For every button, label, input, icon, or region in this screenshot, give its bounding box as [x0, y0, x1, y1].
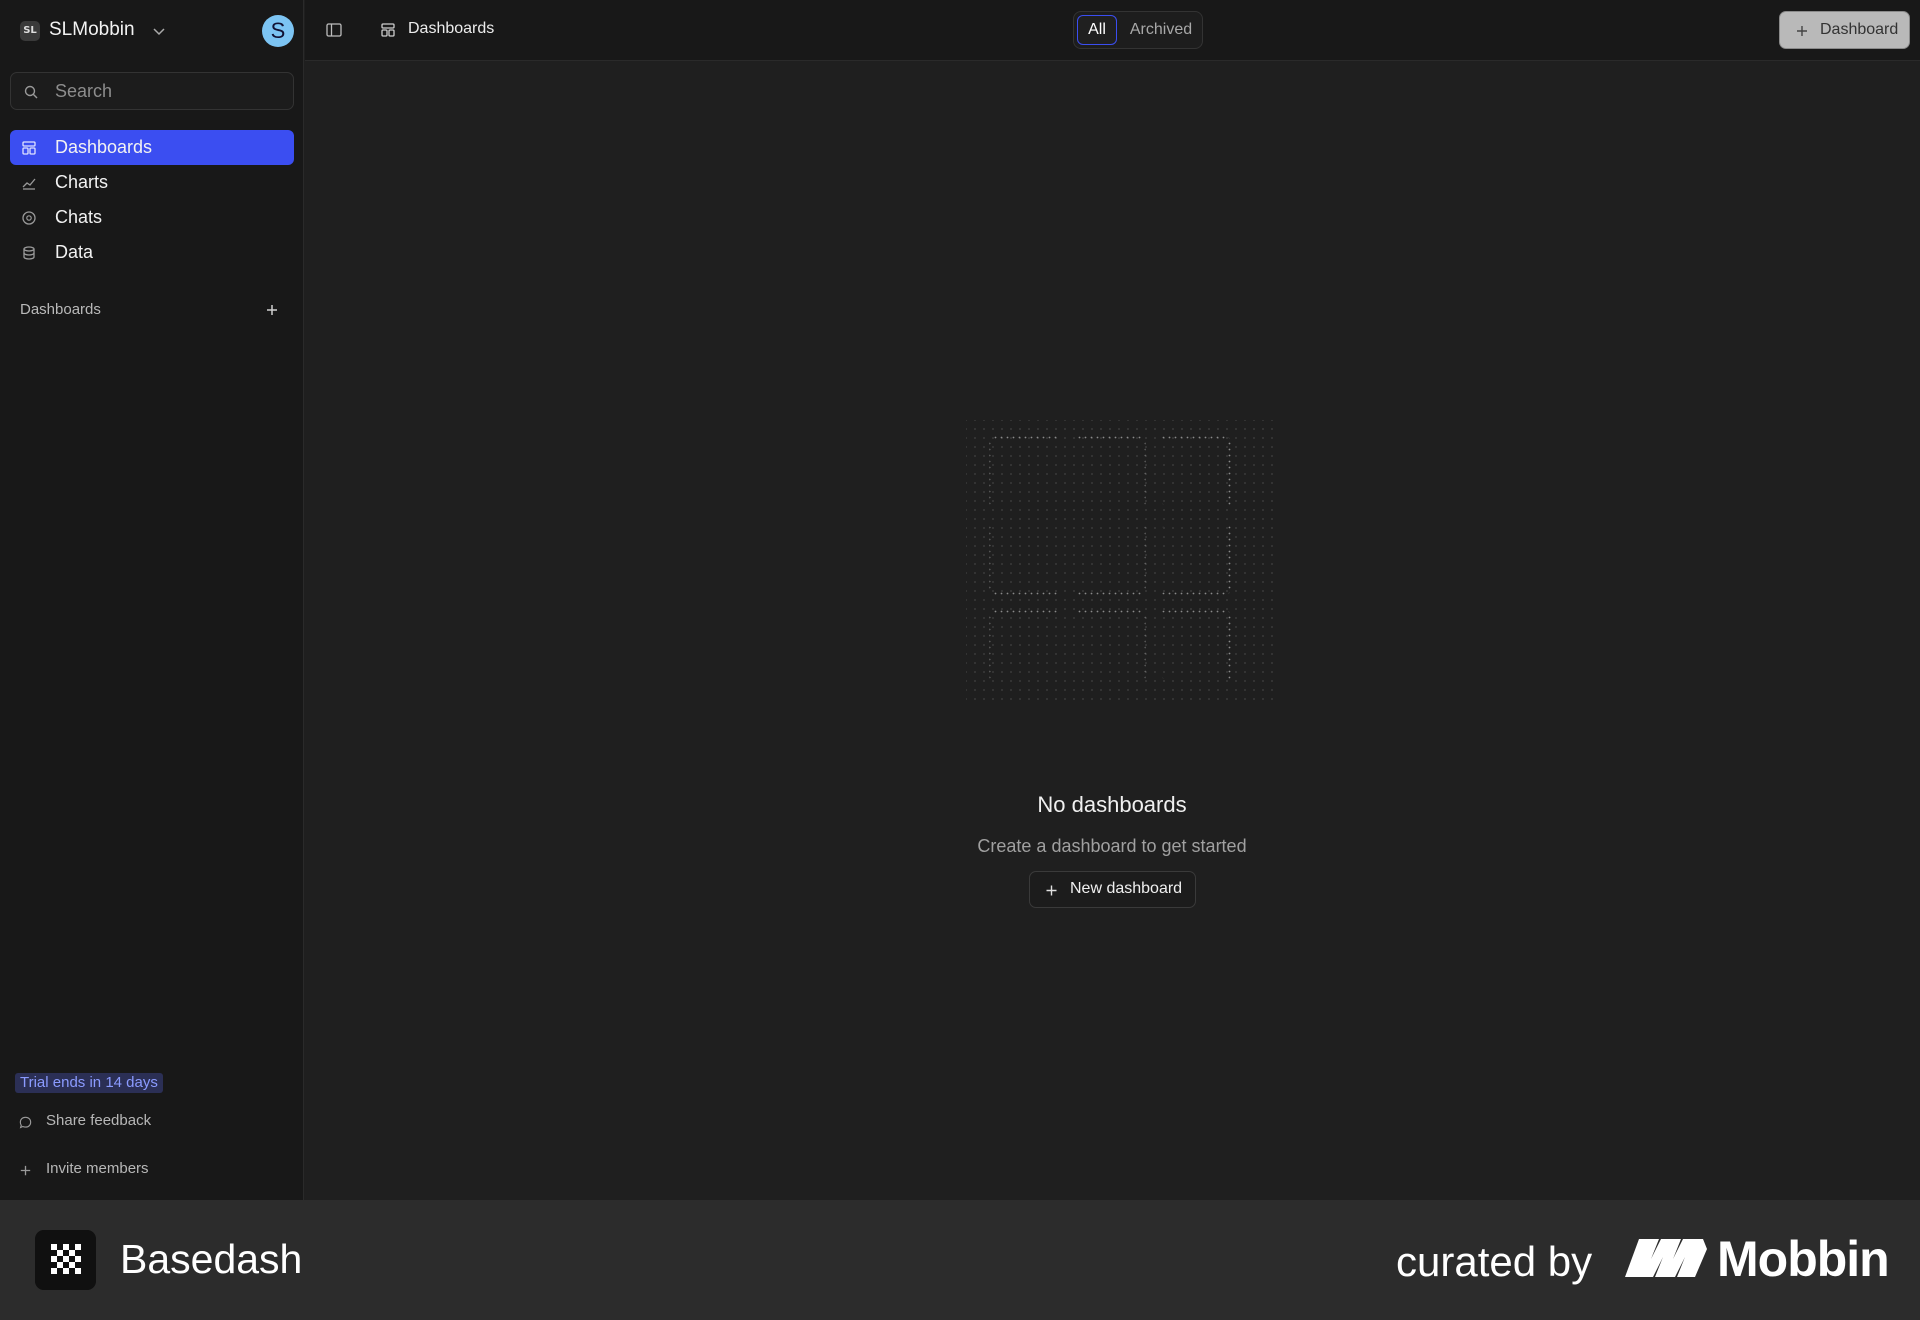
chevron-down-icon[interactable]	[151, 23, 167, 39]
mobbin-logo-icon	[1625, 1239, 1707, 1277]
sidebar-item-dashboards[interactable]: Dashboards	[10, 130, 294, 165]
plus-icon	[1797, 26, 1807, 36]
add-dashboard-button[interactable]: Dashboard	[1779, 11, 1910, 49]
plus-icon	[20, 1165, 31, 1176]
filter-all-tab[interactable]: All	[1077, 15, 1117, 45]
share-feedback-label: Share feedback	[46, 1112, 152, 1129]
trial-badge[interactable]: Trial ends in 14 days	[15, 1073, 163, 1093]
empty-state-subtitle: Create a dashboard to get started	[977, 836, 1247, 856]
new-dashboard-button[interactable]: New dashboard	[1029, 871, 1196, 908]
dashboard-icon	[22, 141, 36, 155]
avatar[interactable]: S	[262, 15, 294, 47]
chart-line-icon	[22, 178, 36, 190]
sidebar-item-chats[interactable]: Chats	[10, 200, 294, 235]
breadcrumb: Dashboards	[408, 20, 495, 37]
sidebar-item-data[interactable]: Data	[10, 235, 294, 270]
sidebar-item-label: Data	[55, 242, 94, 262]
sidebar: SL SLMobbin S Dashboards	[0, 0, 304, 1200]
workspace-name: SLMobbin	[49, 19, 135, 40]
brand-name: Basedash	[120, 1236, 303, 1282]
basedash-logo-icon	[35, 1230, 96, 1290]
curated-by-label: curated by	[1396, 1238, 1593, 1285]
empty-state-title: No dashboards	[1037, 792, 1187, 817]
search-input[interactable]	[55, 79, 285, 103]
dashboard-grid-illustration	[966, 420, 1276, 700]
app-window: SL SLMobbin S Dashboards	[0, 0, 1920, 1200]
sidebar-item-label: Charts	[55, 172, 109, 192]
archive-filter: All Archived	[1073, 11, 1203, 49]
search-field[interactable]	[10, 72, 294, 110]
top-bar: Dashboards All Archived Dashboard	[305, 0, 1920, 61]
sidebar-item-label: Chats	[55, 207, 103, 227]
filter-archived-tab[interactable]: Archived	[1124, 15, 1198, 45]
plus-icon	[1046, 885, 1057, 896]
feedback-icon	[19, 1116, 32, 1129]
search-icon	[24, 85, 38, 99]
sidebar-item-label: Dashboards	[55, 137, 153, 157]
database-icon	[23, 246, 35, 260]
curator-name: Mobbin	[1717, 1231, 1890, 1287]
new-dashboard-label: New dashboard	[1070, 880, 1183, 897]
section-title: Dashboards	[20, 301, 101, 318]
add-dashboard-label: Dashboard	[1820, 21, 1899, 38]
sidebar-toggle-icon[interactable]	[325, 21, 343, 39]
branding-bar: Basedash curated by Mobbin	[0, 1200, 1920, 1320]
workspace-badge: SL	[20, 21, 40, 41]
add-dashboard-plus-icon[interactable]	[264, 302, 280, 318]
workspace-switcher[interactable]: SL SLMobbin	[0, 0, 304, 61]
sidebar-item-charts[interactable]: Charts	[10, 165, 294, 200]
dashboard-icon	[381, 23, 395, 37]
invite-members-label: Invite members	[46, 1160, 149, 1177]
chat-icon	[22, 211, 36, 225]
